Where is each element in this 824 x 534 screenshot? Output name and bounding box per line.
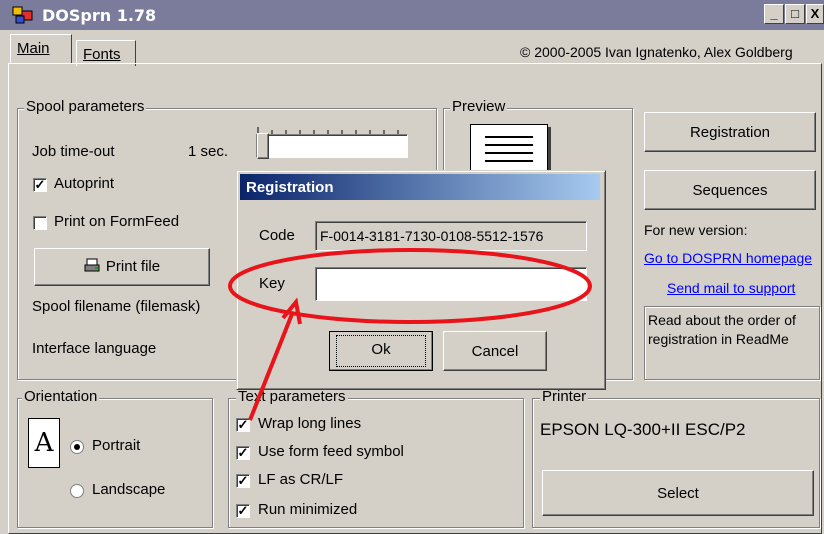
annotation-overlay [228, 248, 592, 421]
annotation-ellipse [228, 248, 592, 324]
annotation-arrow [248, 313, 294, 421]
